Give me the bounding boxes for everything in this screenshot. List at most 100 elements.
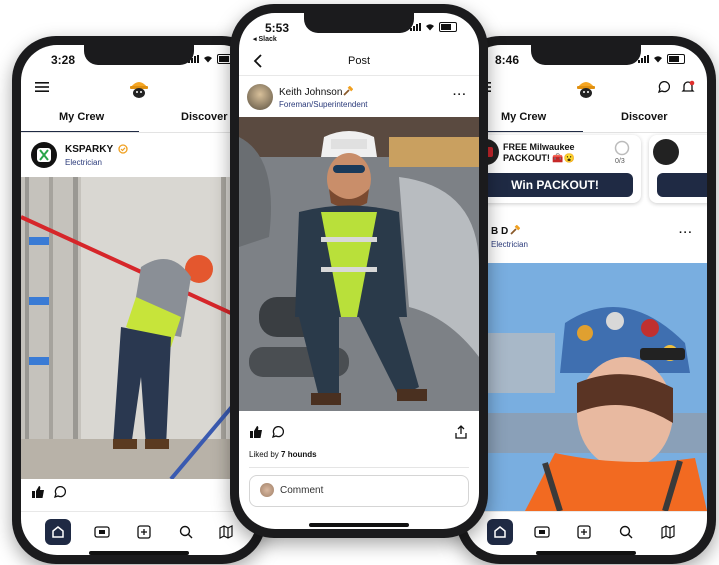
progress-ring-icon (614, 140, 630, 156)
add-icon (137, 525, 151, 539)
nav-map[interactable] (215, 521, 237, 543)
nav-feed[interactable] (531, 521, 553, 543)
tab-discover[interactable]: Discover (181, 111, 227, 123)
post-header: Keith Johnson Foreman/Superintendent ··· (239, 77, 479, 117)
win-packout-button[interactable]: Win PACKOUT! (477, 173, 633, 197)
status-time: 8:46 (495, 53, 520, 67)
back-to-app[interactable]: ◂ Slack (253, 35, 277, 43)
post-header: B D Electrician ··· (465, 217, 707, 257)
post-photo[interactable] (465, 263, 707, 511)
wifi-icon (426, 24, 434, 31)
electrician-photo-illustration (21, 177, 257, 479)
nav-map[interactable] (657, 521, 679, 543)
nav-search[interactable] (615, 521, 637, 543)
post-photo[interactable] (21, 177, 257, 479)
status-time: 3:28 (51, 53, 76, 67)
add-icon (577, 525, 591, 539)
right-screen: 8:46 My Crew Discover FREE Milwaukee PAC… (465, 45, 707, 555)
tab-bar: My Crew Discover (21, 105, 257, 133)
hammer-icon (510, 225, 520, 235)
promo-card-next[interactable] (649, 135, 707, 203)
status-icons (188, 54, 235, 64)
feed-icon (534, 526, 550, 538)
map-icon (661, 525, 675, 539)
notch (84, 45, 194, 65)
home-icon (494, 526, 506, 538)
hammer-icon (343, 86, 353, 96)
comment-icon[interactable] (271, 425, 285, 439)
more-options-icon[interactable]: ··· (679, 227, 693, 239)
post-actions (239, 425, 479, 445)
tab-divider (21, 132, 257, 133)
like-icon[interactable] (249, 425, 263, 439)
home-indicator (89, 551, 189, 555)
nav-home[interactable] (487, 519, 513, 545)
status-time: 5:53 (265, 21, 290, 35)
promo-button-partial[interactable] (657, 173, 707, 197)
center-screen: 5:53 ◂ Slack Post Keith Johnson Foreman/… (239, 13, 479, 529)
search-icon (179, 525, 193, 539)
bottom-nav (21, 511, 257, 552)
app-logo-icon (577, 82, 595, 98)
home-indicator (309, 523, 409, 527)
tab-my-crew[interactable]: My Crew (59, 111, 104, 123)
right-phone: 8:46 My Crew Discover FREE Milwaukee PAC… (456, 36, 716, 564)
nav-home[interactable] (45, 519, 71, 545)
left-screen: 3:28 My Crew Discover KSPARKY Electricia… (21, 45, 257, 555)
verified-icon (118, 144, 128, 154)
ksparky-logo-icon (37, 148, 51, 162)
chat-icon[interactable] (657, 80, 671, 94)
liked-by[interactable]: Liked by 7 hounds (249, 450, 317, 459)
notch (304, 13, 414, 33)
feed-icon (94, 526, 110, 538)
tab-divider (465, 132, 707, 133)
post-actions (21, 485, 257, 505)
promo-text: FREE Milwaukee PACKOUT! 🧰😮 (503, 142, 575, 163)
nav-add[interactable] (573, 521, 595, 543)
liked-by-prefix: Liked by (249, 450, 282, 459)
nav-feed[interactable] (91, 521, 113, 543)
post-username[interactable]: B D (491, 226, 508, 237)
post-username[interactable]: Keith Johnson (279, 87, 342, 98)
home-icon (52, 526, 64, 538)
status-icons (638, 54, 685, 64)
comment-placeholder: Comment (280, 485, 324, 496)
share-icon[interactable] (455, 425, 467, 439)
nav-search[interactable] (175, 521, 197, 543)
nav-add[interactable] (133, 521, 155, 543)
menu-icon[interactable] (35, 81, 49, 93)
current-user-avatar (260, 483, 274, 497)
tab-my-crew[interactable]: My Crew (501, 111, 546, 123)
notch (531, 45, 641, 65)
status-icons (410, 22, 457, 32)
bell-icon[interactable] (681, 80, 695, 94)
center-phone: 5:53 ◂ Slack Post Keith Johnson Foreman/… (230, 4, 488, 538)
more-options-icon[interactable]: ··· (453, 89, 467, 101)
avatar[interactable] (247, 84, 273, 110)
win-packout-label: Win PACKOUT! (511, 178, 599, 192)
battery-icon (439, 22, 457, 32)
app-logo-icon (130, 82, 148, 98)
post-role: Electrician (491, 240, 528, 249)
page-title: Post (347, 55, 370, 67)
tab-discover[interactable]: Discover (621, 111, 667, 123)
nav-header: Post (239, 49, 479, 76)
bottom-nav (465, 511, 707, 552)
avatar[interactable] (31, 142, 57, 168)
liked-by-count: 7 hounds (281, 450, 317, 459)
promo-thumbnail (653, 139, 679, 165)
promo-card[interactable]: FREE Milwaukee PACKOUT! 🧰😮 0/3 Win PACKO… (469, 135, 641, 203)
comment-icon[interactable] (53, 485, 67, 499)
like-icon[interactable] (31, 485, 45, 499)
post-role: Electrician (65, 158, 102, 167)
comment-input[interactable]: Comment (249, 475, 469, 507)
home-indicator (536, 551, 636, 555)
search-icon (619, 525, 633, 539)
app-header (465, 75, 707, 105)
wifi-icon (204, 56, 212, 63)
battery-icon (667, 54, 685, 64)
post-username[interactable]: KSPARKY (65, 144, 113, 155)
promo-progress: 0/3 (615, 158, 625, 165)
divider (249, 467, 469, 468)
post-photo[interactable] (239, 117, 479, 411)
